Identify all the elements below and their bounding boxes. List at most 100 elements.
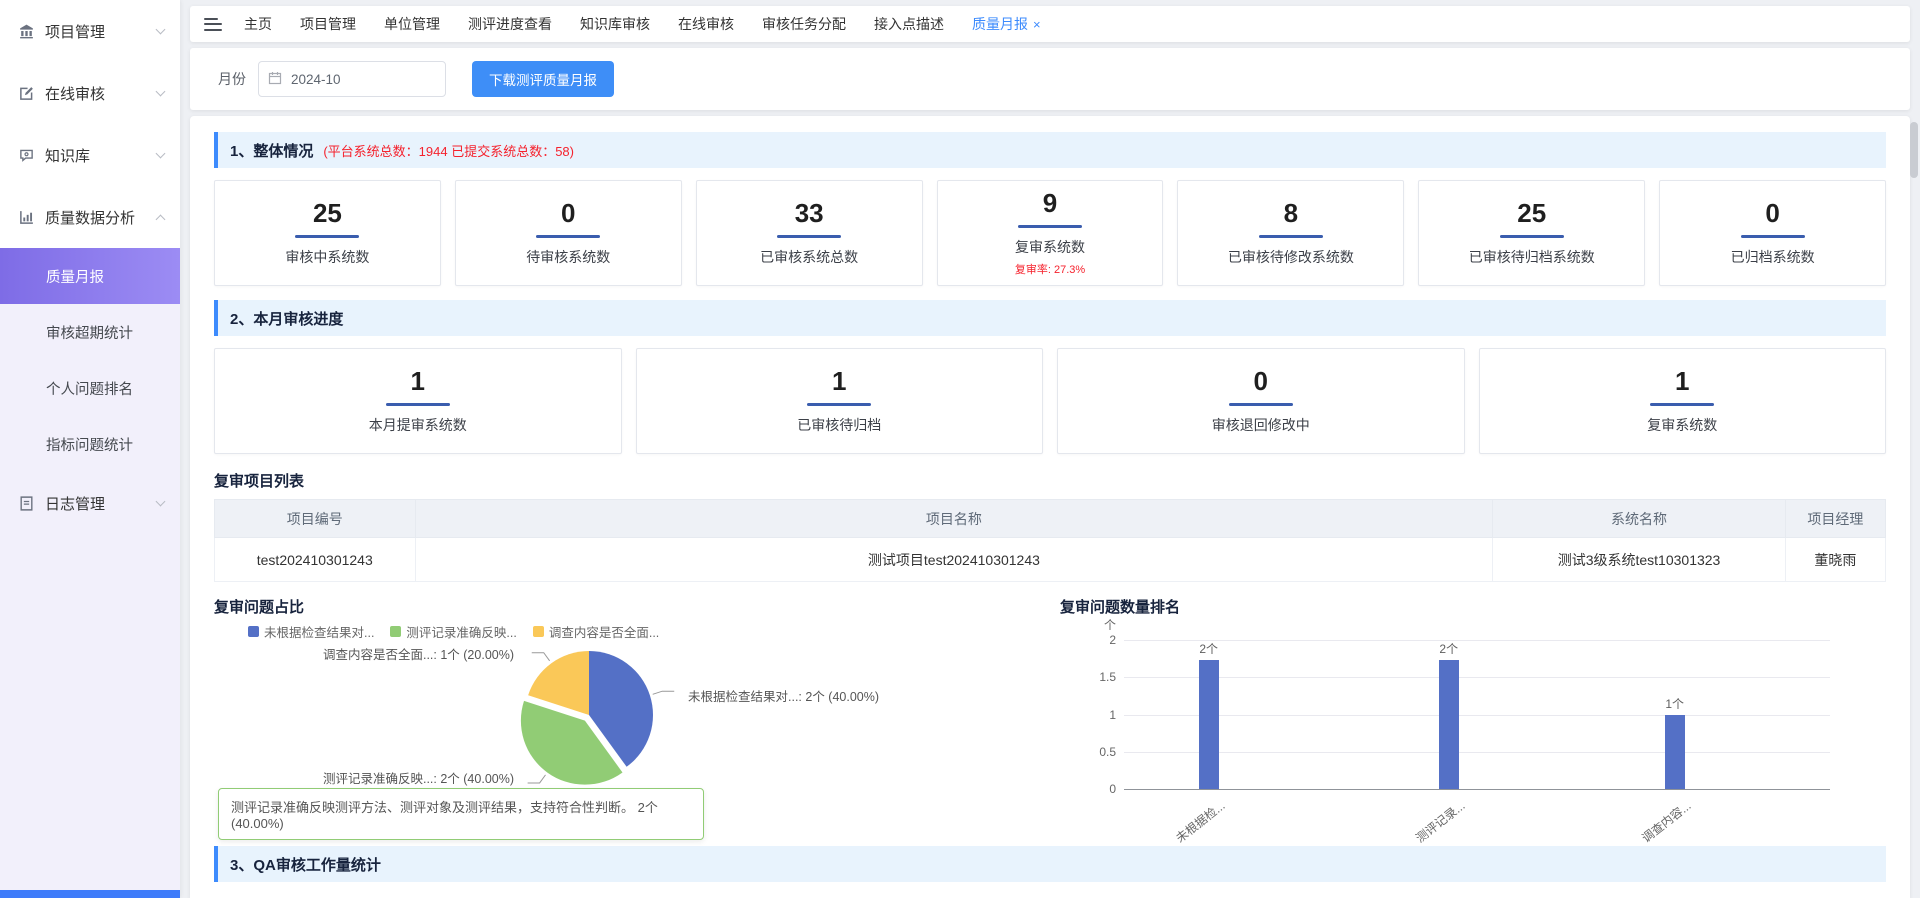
cell-project-code: test202410301243 bbox=[215, 538, 416, 582]
legend-swatch-blue bbox=[248, 626, 259, 637]
tab-eval-progress[interactable]: 测评进度查看 bbox=[468, 14, 552, 34]
y-axis-unit: 个 bbox=[1104, 616, 1116, 633]
gridline bbox=[1124, 752, 1830, 753]
month-input[interactable] bbox=[258, 61, 446, 97]
chart-icon bbox=[18, 209, 35, 226]
top-nav: 主页 项目管理 单位管理 测评进度查看 知识库审核 在线审核 审核任务分配 接入… bbox=[190, 6, 1910, 42]
tab-label: 质量月报 bbox=[972, 16, 1028, 32]
table-header-row: 项目编号 项目名称 系统名称 项目经理 bbox=[215, 500, 1886, 538]
tab-online-review[interactable]: 在线审核 bbox=[678, 14, 734, 34]
stat-label: 已审核待修改系统数 bbox=[1228, 247, 1354, 267]
section-header-qa-workload: 3、QA审核工作量统计 bbox=[214, 846, 1886, 882]
tab-unit-mgmt[interactable]: 单位管理 bbox=[384, 14, 440, 34]
filter-bar: 月份 下载测评质量月报 bbox=[190, 48, 1910, 110]
main-content: 1、整体情况 (平台系统总数：1944 已提交系统总数：58) 25 审核中系统… bbox=[190, 116, 1910, 898]
legend-item[interactable]: 调查内容是否全面... bbox=[533, 622, 659, 641]
pie-chart[interactable] bbox=[514, 640, 664, 790]
chevron-down-icon bbox=[156, 149, 166, 159]
stat-value: 25 bbox=[313, 199, 342, 229]
sidebar-item-label: 在线审核 bbox=[45, 83, 105, 104]
stat-card-archived: 0 已归档系统数 bbox=[1659, 180, 1886, 286]
col-header-project-name: 项目名称 bbox=[415, 500, 1493, 538]
legend-item[interactable]: 未根据检查结果对... bbox=[248, 622, 374, 641]
pie-chart-title: 复审问题占比 bbox=[214, 596, 1040, 616]
stat-label: 复审系统数 bbox=[1647, 415, 1717, 435]
stat-underline bbox=[1018, 225, 1082, 228]
cell-project-name: 测试项目test202410301243 bbox=[415, 538, 1493, 582]
sidebar-item-log-mgmt[interactable]: 日志管理 bbox=[0, 472, 180, 534]
sidebar-item-label: 日志管理 bbox=[45, 493, 105, 514]
chevron-up-icon bbox=[156, 214, 166, 224]
x-axis-label: 未根据检... bbox=[1172, 797, 1228, 846]
tab-home[interactable]: 主页 bbox=[244, 14, 272, 34]
stat-underline bbox=[536, 235, 600, 238]
stat-underline bbox=[807, 403, 871, 406]
stat-card-to-archive: 25 已审核待归档系统数 bbox=[1418, 180, 1645, 286]
stat-card-submitted-this-month: 1 本月提审系统数 bbox=[214, 348, 622, 454]
bar[interactable] bbox=[1199, 660, 1219, 789]
stat-label: 审核退回修改中 bbox=[1212, 415, 1310, 435]
y-tick: 0 bbox=[1109, 782, 1116, 796]
submenu-item-label: 指标问题统计 bbox=[46, 434, 133, 455]
submenu-item-personal-issue-ranking[interactable]: 个人问题排名 bbox=[0, 360, 180, 416]
sidebar-item-online-review[interactable]: 在线审核 bbox=[0, 62, 180, 124]
stat-value: 1 bbox=[411, 367, 425, 397]
tab-access-point-desc[interactable]: 接入点描述 bbox=[874, 14, 944, 34]
stat-underline bbox=[295, 235, 359, 238]
pie-tooltip: 测评记录准确反映测评方法、测评对象及测评结果，支持符合性判断。 2个 (40.0… bbox=[218, 788, 704, 840]
legend-label: 调查内容是否全面... bbox=[549, 622, 659, 641]
tab-quality-monthly-report[interactable]: 质量月报 × bbox=[972, 14, 1041, 34]
legend-label: 未根据检查结果对... bbox=[264, 622, 374, 641]
tab-knowledge-review[interactable]: 知识库审核 bbox=[580, 14, 650, 34]
chevron-down-icon bbox=[156, 87, 166, 97]
bar-value-label: 2个 bbox=[1439, 640, 1458, 657]
legend-swatch-yellow bbox=[533, 626, 544, 637]
stat-value: 1 bbox=[1675, 367, 1689, 397]
vertical-scrollbar[interactable] bbox=[1910, 122, 1918, 178]
monthly-cards-row: 1 本月提审系统数 1 已审核待归档 0 审核退回修改中 1 复审系统数 bbox=[214, 348, 1886, 454]
sidebar-scrollbar[interactable] bbox=[0, 890, 180, 898]
tab-review-task-assign[interactable]: 审核任务分配 bbox=[762, 14, 846, 34]
section-title: 1、整体情况 bbox=[230, 140, 313, 161]
bar[interactable] bbox=[1439, 660, 1459, 789]
stat-underline bbox=[1229, 403, 1293, 406]
sidebar-item-knowledge-base[interactable]: 知识库 bbox=[0, 124, 180, 186]
bar-value-label: 2个 bbox=[1199, 640, 1218, 657]
pie-callout-check-result: 未根据检查结果对...: 2个 (40.00%) bbox=[688, 686, 879, 705]
submenu-item-review-overdue-stats[interactable]: 审核超期统计 bbox=[0, 304, 180, 360]
review-project-table: 项目编号 项目名称 系统名称 项目经理 test202410301243 测试项… bbox=[214, 499, 1886, 582]
submenu-item-indicator-issue-stats[interactable]: 指标问题统计 bbox=[0, 416, 180, 472]
pie-area: 调查内容是否全面...: 1个 (20.00%) 未根据检查结果对...: 2个… bbox=[214, 640, 1040, 798]
close-icon[interactable]: × bbox=[1033, 17, 1041, 32]
chevron-down-icon bbox=[156, 25, 166, 35]
menu-collapse-icon[interactable] bbox=[204, 18, 222, 31]
tab-project-mgmt[interactable]: 项目管理 bbox=[300, 14, 356, 34]
sidebar-item-quality-data-analysis[interactable]: 质量数据分析 bbox=[0, 186, 180, 248]
submenu-item-quality-monthly-report[interactable]: 质量月报 bbox=[0, 248, 180, 304]
col-header-project-manager: 项目经理 bbox=[1785, 500, 1885, 538]
bar[interactable] bbox=[1665, 715, 1685, 790]
x-axis-label: 调查内容... bbox=[1638, 797, 1694, 846]
calendar-icon bbox=[268, 71, 282, 90]
sidebar-item-project-mgmt[interactable]: 项目管理 bbox=[0, 0, 180, 62]
bar-chart-panel: 复审问题数量排名 个 2 1.5 1 0.5 0 2个 2个 bbox=[1060, 596, 1886, 830]
bar-column[interactable]: 1个 bbox=[1665, 640, 1685, 789]
sidebar-item-label: 质量数据分析 bbox=[45, 207, 135, 228]
overview-cards-row: 25 审核中系统数 0 待审核系统数 33 已审核系统总数 9 复审系统数 复审… bbox=[214, 180, 1886, 286]
submenu-item-label: 审核超期统计 bbox=[46, 322, 133, 343]
stat-value: 8 bbox=[1284, 199, 1298, 229]
stat-card-re-review: 9 复审系统数 复审率: 27.3% bbox=[937, 180, 1164, 286]
bar-column[interactable]: 2个 bbox=[1439, 640, 1459, 789]
chat-icon bbox=[18, 147, 35, 164]
review-table-title: 复审项目列表 bbox=[214, 470, 1886, 491]
stat-card-reviewing: 25 审核中系统数 bbox=[214, 180, 441, 286]
bar-column[interactable]: 2个 bbox=[1199, 640, 1219, 789]
charts-row: 复审问题占比 未根据检查结果对... 测评记录准确反映... 调查内容是否全面.… bbox=[214, 596, 1886, 830]
stat-underline bbox=[1259, 235, 1323, 238]
bar-chart-title: 复审问题数量排名 bbox=[1060, 596, 1886, 616]
download-report-button[interactable]: 下载测评质量月报 bbox=[472, 61, 614, 97]
x-axis-label: 测评记录... bbox=[1412, 797, 1468, 846]
legend-item[interactable]: 测评记录准确反映... bbox=[390, 622, 516, 641]
section-title: 3、QA审核工作量统计 bbox=[230, 854, 381, 875]
chevron-down-icon bbox=[156, 497, 166, 507]
